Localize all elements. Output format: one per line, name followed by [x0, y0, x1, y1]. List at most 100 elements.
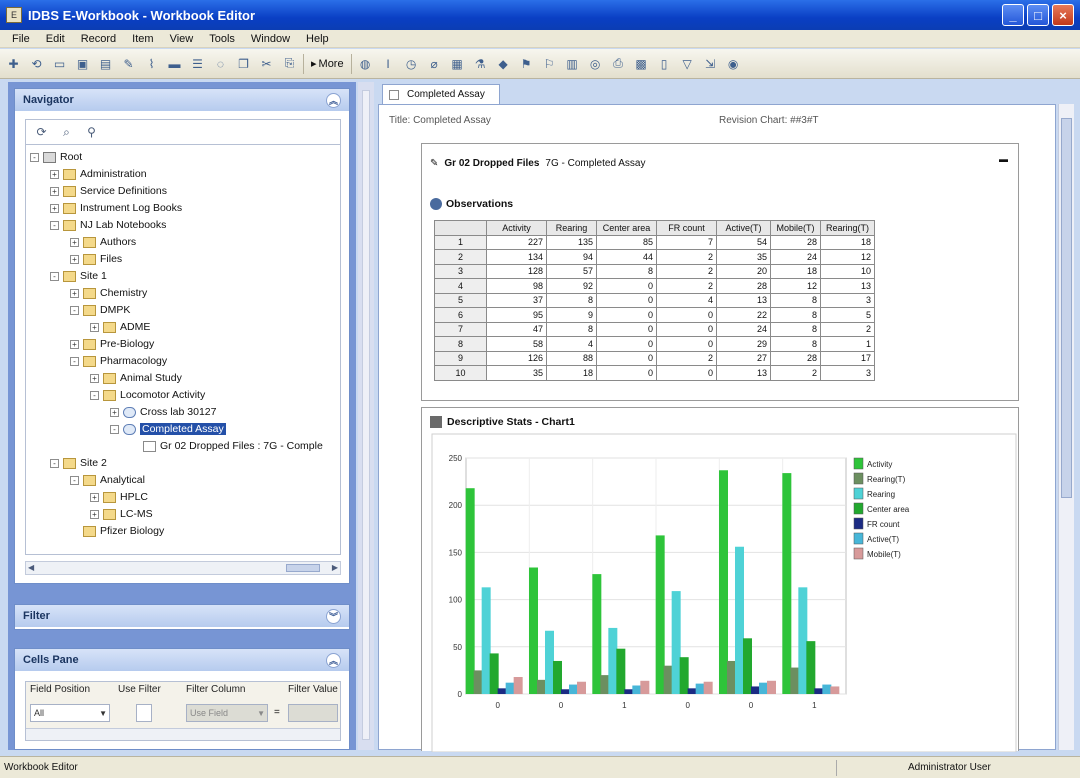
table-cell[interactable]: 24 [770, 249, 821, 265]
filter-icon[interactable]: ▽ [678, 54, 697, 73]
table-cell[interactable]: 54 [716, 234, 771, 250]
column-header[interactable]: FR count [656, 220, 717, 236]
table-cell[interactable]: 7 [656, 234, 717, 250]
table-cell[interactable]: 135 [546, 234, 597, 250]
table-cell[interactable]: 0 [656, 336, 717, 352]
tree-item[interactable]: + ADME [90, 319, 150, 335]
collapse-minus-icon[interactable]: - [50, 271, 59, 281]
table-cell[interactable]: 20 [716, 263, 771, 279]
menu-window[interactable]: Window [243, 33, 298, 45]
table-cell[interactable]: 12 [770, 278, 821, 294]
table-cell[interactable]: 92 [546, 278, 597, 294]
refresh-icon[interactable]: ⟳ [32, 123, 51, 142]
folder-icon[interactable]: ▭ [50, 54, 69, 73]
help-icon[interactable]: ◉ [724, 54, 743, 73]
table-cell[interactable]: 3 [820, 292, 875, 308]
table-cell[interactable]: 0 [656, 365, 717, 381]
expand-plus-icon[interactable]: + [90, 322, 99, 332]
collapse-section-icon[interactable]: ▬ [999, 154, 1008, 164]
find-icon[interactable]: ⚲ [82, 123, 101, 142]
tree-item[interactable]: + Service Definitions [50, 183, 167, 199]
table-cell[interactable]: 128 [486, 263, 547, 279]
table-cell[interactable]: 28 [770, 234, 821, 250]
menu-record[interactable]: Record [73, 33, 124, 45]
tree-item[interactable]: + Animal Study [90, 370, 182, 386]
column-header[interactable] [434, 220, 487, 236]
expand-plus-icon[interactable]: + [50, 203, 59, 213]
collapse-minus-icon[interactable]: - [90, 390, 99, 400]
clock-icon[interactable]: ◷ [402, 54, 421, 73]
table-cell[interactable]: 85 [596, 234, 657, 250]
table-cell[interactable]: 13 [716, 365, 771, 381]
table-icon[interactable]: ▥ [563, 54, 582, 73]
table-cell[interactable]: 0 [656, 321, 717, 337]
table-cell[interactable]: 28 [716, 278, 771, 294]
collapse-minus-icon[interactable]: - [50, 458, 59, 468]
expand-plus-icon[interactable]: + [110, 407, 119, 417]
table-cell[interactable]: 2 [656, 278, 717, 294]
field-position-select[interactable]: All ▼ [30, 704, 110, 722]
table-cell[interactable]: 4 [656, 292, 717, 308]
table-cell[interactable]: 35 [486, 365, 547, 381]
table-cell[interactable]: 44 [596, 249, 657, 265]
collapse-minus-icon[interactable]: - [70, 356, 79, 366]
attach-icon[interactable]: ⌀ [425, 54, 444, 73]
row-number[interactable]: 8 [434, 336, 487, 352]
shape-icon[interactable]: ◆ [494, 54, 513, 73]
page-icon[interactable]: ▯ [655, 54, 674, 73]
table-cell[interactable]: 2 [820, 321, 875, 337]
tree-item[interactable]: - Completed Assay [110, 421, 226, 437]
collapse-minus-icon[interactable]: - [70, 305, 79, 315]
panel-splitter[interactable] [358, 82, 374, 750]
tree-item[interactable]: - DMPK [70, 302, 130, 318]
row-number[interactable]: 4 [434, 278, 487, 294]
table-cell[interactable]: 58 [486, 336, 547, 352]
menu-help[interactable]: Help [298, 33, 337, 45]
save-icon[interactable]: ▣ [73, 54, 92, 73]
table-cell[interactable]: 98 [486, 278, 547, 294]
table-cell[interactable]: 227 [486, 234, 547, 250]
collapse-chevron-icon[interactable]: ︽ [326, 92, 341, 108]
table-cell[interactable]: 8 [596, 263, 657, 279]
table-cell[interactable]: 17 [820, 350, 875, 366]
table-cell[interactable]: 8 [770, 336, 821, 352]
column-header[interactable]: Rearing [546, 220, 597, 236]
table-cell[interactable]: 8 [770, 321, 821, 337]
table-cell[interactable]: 29 [716, 336, 771, 352]
table-cell[interactable]: 28 [770, 350, 821, 366]
menu-file[interactable]: File [4, 33, 38, 45]
scroll-right-icon[interactable]: ▶ [332, 563, 338, 572]
chart-icon[interactable]: ⚗ [471, 54, 490, 73]
export-icon[interactable]: ⇲ [701, 54, 720, 73]
tree-item[interactable]: + Authors [70, 234, 136, 250]
table-cell[interactable]: 8 [770, 307, 821, 323]
row-number[interactable]: 5 [434, 292, 487, 308]
minimize-button[interactable]: _ [1002, 4, 1024, 26]
tree-item[interactable]: + LC-MS [90, 506, 153, 522]
table-cell[interactable]: 0 [596, 321, 657, 337]
list-icon[interactable]: ☰ [188, 54, 207, 73]
menu-edit[interactable]: Edit [38, 33, 73, 45]
table-cell[interactable]: 57 [546, 263, 597, 279]
row-number[interactable]: 6 [434, 307, 487, 323]
scroll-thumb[interactable] [286, 564, 320, 572]
table-cell[interactable]: 8 [546, 292, 597, 308]
cells-horizontal-scrollbar[interactable] [26, 728, 340, 740]
tree-item[interactable]: - Locomotor Activity [90, 387, 205, 403]
tree-item[interactable]: Pfizer Biology [70, 523, 164, 539]
row-number[interactable]: 7 [434, 321, 487, 337]
tree-item[interactable]: + Chemistry [70, 285, 147, 301]
table-cell[interactable]: 27 [716, 350, 771, 366]
image-icon[interactable]: ▦ [448, 54, 467, 73]
collapse-minus-icon[interactable]: - [110, 424, 119, 434]
menu-tools[interactable]: Tools [201, 33, 243, 45]
expand-plus-icon[interactable]: + [90, 373, 99, 383]
more-button[interactable]: ▸ More [308, 54, 347, 73]
print-icon[interactable]: ⎙ [609, 54, 628, 73]
menu-item[interactable]: Item [124, 33, 161, 45]
globe-icon[interactable]: ◎ [586, 54, 605, 73]
tree-item[interactable]: + Pre-Biology [70, 336, 154, 352]
tree-item[interactable]: - Site 2 [50, 455, 107, 471]
tree-item[interactable]: - Analytical [70, 472, 145, 488]
table-cell[interactable]: 0 [596, 292, 657, 308]
